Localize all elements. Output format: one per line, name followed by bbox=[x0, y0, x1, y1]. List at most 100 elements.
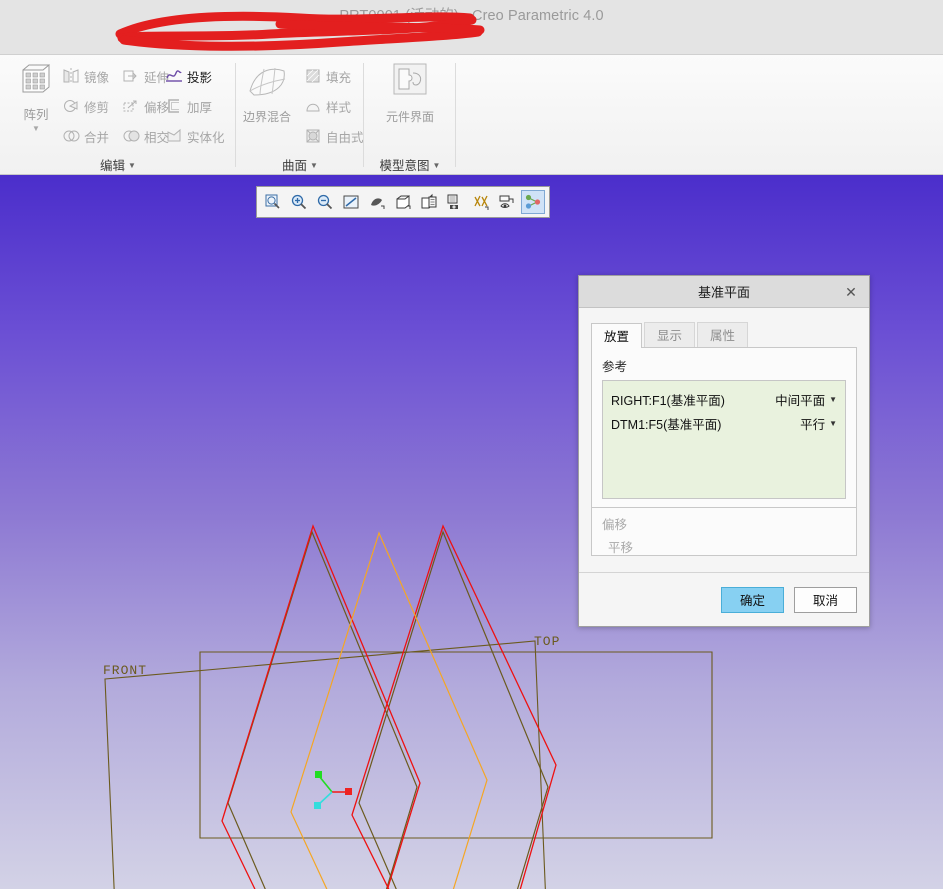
graphics-toolbar bbox=[256, 186, 550, 218]
close-icon[interactable]: ✕ bbox=[841, 282, 861, 302]
offset-label: 偏移 bbox=[602, 518, 628, 532]
reference-name: DTM1:F5(基准平面) bbox=[611, 417, 722, 432]
ribbon-group-edit-title: 编辑 bbox=[100, 159, 126, 173]
zoom-in-icon[interactable] bbox=[287, 190, 311, 214]
saved-views-icon[interactable] bbox=[417, 190, 441, 214]
ribbon-group-model-intent: 元件界面 模型意图 ▼ bbox=[364, 55, 456, 175]
red-scribble-annotation bbox=[115, 11, 485, 51]
axis-x-marker bbox=[345, 788, 352, 795]
ribbon-group-model-intent-label[interactable]: 模型意图 ▼ bbox=[364, 155, 456, 174]
fill-button[interactable]: 填充 bbox=[304, 63, 351, 89]
preview-plane-orange-diamond bbox=[290, 531, 488, 889]
ribbon-group-edit: 阵列 ▼ 镜像 延伸 投影 修剪 偏移 加厚 合并 相交 实体化 编辑 ▼ bbox=[0, 55, 236, 175]
plane-label-top: TOP bbox=[534, 634, 561, 649]
merge-button-label: 合并 bbox=[84, 130, 110, 145]
thicken-button-label: 加厚 bbox=[187, 100, 213, 115]
fill-icon bbox=[306, 69, 320, 83]
datum-plane-dialog: 基准平面 ✕ 放置 显示 属性 参考 RIGHT:F1(基准平面) 中间平面 ▼… bbox=[578, 275, 870, 627]
extend-icon bbox=[123, 70, 137, 82]
ribbon-group-surface-title: 曲面 bbox=[282, 159, 308, 173]
axis-y-line bbox=[318, 775, 333, 793]
component-interface-button-label: 元件界面 bbox=[385, 110, 434, 124]
trim-button[interactable]: 修剪 bbox=[62, 93, 109, 119]
dialog-body: 放置 显示 属性 参考 RIGHT:F1(基准平面) 中间平面 ▼ DTM1:F… bbox=[579, 308, 869, 556]
offset-translation-value[interactable]: 平移 bbox=[608, 537, 846, 556]
ribbon-divider-3 bbox=[455, 63, 456, 167]
perspective-icon[interactable] bbox=[365, 190, 389, 214]
axis-z-marker bbox=[314, 802, 321, 809]
trim-icon bbox=[64, 100, 78, 112]
ribbon-group-model-intent-title: 模型意图 bbox=[379, 159, 430, 173]
project-button[interactable]: 投影 bbox=[165, 63, 212, 89]
ribbon-group-surface: 边界混合 填充 样式 自由式 曲面 ▼ bbox=[236, 55, 364, 175]
component-interface-icon bbox=[393, 63, 427, 95]
pattern-icon bbox=[22, 63, 50, 93]
dialog-title-bar[interactable]: 基准平面 ✕ bbox=[579, 276, 869, 308]
pattern-button[interactable]: 阵列 ▼ bbox=[10, 61, 62, 133]
merge-button[interactable]: 合并 bbox=[62, 123, 109, 149]
title-bar: PRT0001 (活动的) - Creo Parametric 4.0 bbox=[0, 0, 943, 55]
dialog-footer: 确定 取消 bbox=[579, 572, 869, 626]
refit-icon[interactable] bbox=[261, 190, 285, 214]
reference-row[interactable]: DTM1:F5(基准平面) 平行 ▼ bbox=[611, 411, 837, 435]
placement-panel: 参考 RIGHT:F1(基准平面) 中间平面 ▼ DTM1:F5(基准平面) 平… bbox=[591, 348, 857, 508]
mirror-button-label: 镜像 bbox=[84, 70, 110, 85]
zoom-out-icon[interactable] bbox=[313, 190, 337, 214]
tab-display[interactable]: 显示 bbox=[644, 322, 696, 347]
reference-constraint-dropdown[interactable]: 中间平面 ▼ bbox=[775, 390, 837, 409]
chevron-down-icon: ▼ bbox=[310, 161, 318, 170]
coordinate-system-triad bbox=[314, 771, 352, 809]
dialog-tabs: 放置 显示 属性 bbox=[591, 322, 857, 348]
ribbon: 阵列 ▼ 镜像 延伸 投影 修剪 偏移 加厚 合并 相交 实体化 编辑 ▼ 边界… bbox=[0, 55, 943, 175]
dtm1-plane-red-diamond bbox=[351, 524, 557, 889]
tab-placement[interactable]: 放置 bbox=[591, 323, 643, 348]
pattern-dropdown-caret[interactable]: ▼ bbox=[10, 124, 62, 133]
pattern-button-label: 阵列 bbox=[23, 108, 49, 122]
style-button[interactable]: 样式 bbox=[304, 93, 351, 119]
offset-panel: 偏移 平移 bbox=[591, 508, 857, 556]
merge-icon bbox=[63, 130, 80, 142]
reference-name: RIGHT:F1(基准平面) bbox=[611, 393, 725, 408]
ribbon-group-surface-label[interactable]: 曲面 ▼ bbox=[236, 155, 364, 174]
intersect-button[interactable]: 相交 bbox=[122, 123, 169, 149]
project-button-label: 投影 bbox=[187, 70, 213, 85]
plane-label-front: FRONT bbox=[103, 663, 148, 678]
thicken-button[interactable]: 加厚 bbox=[165, 93, 212, 119]
solidify-icon bbox=[167, 128, 181, 142]
chevron-down-icon: ▼ bbox=[829, 418, 837, 428]
chevron-down-icon: ▼ bbox=[829, 394, 837, 404]
thicken-icon bbox=[168, 99, 179, 113]
dialog-title: 基准平面 bbox=[697, 285, 750, 300]
ok-button[interactable]: 确定 bbox=[721, 586, 784, 613]
mirror-icon bbox=[63, 68, 79, 84]
boundary-blend-button[interactable]: 边界混合 bbox=[236, 61, 298, 125]
references-list[interactable]: RIGHT:F1(基准平面) 中间平面 ▼ DTM1:F5(基准平面) 平行 ▼ bbox=[602, 380, 846, 499]
ribbon-group-edit-label[interactable]: 编辑 ▼ bbox=[0, 155, 236, 174]
axis-y-marker bbox=[315, 771, 322, 778]
style-button-label: 样式 bbox=[326, 100, 352, 115]
graphics-viewport[interactable]: FRONT TOP RIGHT DTM1 bbox=[0, 175, 943, 889]
freestyle-button[interactable]: 自由式 bbox=[304, 123, 364, 149]
view-manager-icon[interactable] bbox=[443, 190, 467, 214]
annotation-display-icon[interactable] bbox=[495, 190, 519, 214]
extend-button[interactable]: 延伸 bbox=[122, 63, 169, 89]
tab-properties[interactable]: 属性 bbox=[697, 322, 749, 347]
chevron-down-icon: ▼ bbox=[432, 161, 441, 170]
boundary-blend-button-label: 边界混合 bbox=[242, 110, 291, 124]
spin-center-icon[interactable] bbox=[521, 190, 545, 214]
component-interface-button[interactable]: 元件界面 bbox=[374, 61, 446, 125]
cancel-button[interactable]: 取消 bbox=[794, 586, 857, 613]
solidify-button[interactable]: 实体化 bbox=[165, 123, 225, 149]
reference-row[interactable]: RIGHT:F1(基准平面) 中间平面 ▼ bbox=[611, 387, 837, 411]
reference-constraint-dropdown[interactable]: 平行 ▼ bbox=[800, 414, 837, 433]
mirror-button[interactable]: 镜像 bbox=[62, 63, 109, 89]
boundary-blend-icon bbox=[249, 67, 286, 96]
display-style-icon[interactable] bbox=[391, 190, 415, 214]
offset-button[interactable]: 偏移 bbox=[122, 93, 169, 119]
right-plane-red-diamond bbox=[221, 524, 421, 889]
offset-icon bbox=[123, 100, 137, 112]
datum-display-icon[interactable] bbox=[469, 190, 493, 214]
references-label: 参考 bbox=[602, 360, 628, 374]
repaint-icon[interactable] bbox=[339, 190, 363, 214]
freestyle-button-label: 自由式 bbox=[326, 130, 364, 145]
